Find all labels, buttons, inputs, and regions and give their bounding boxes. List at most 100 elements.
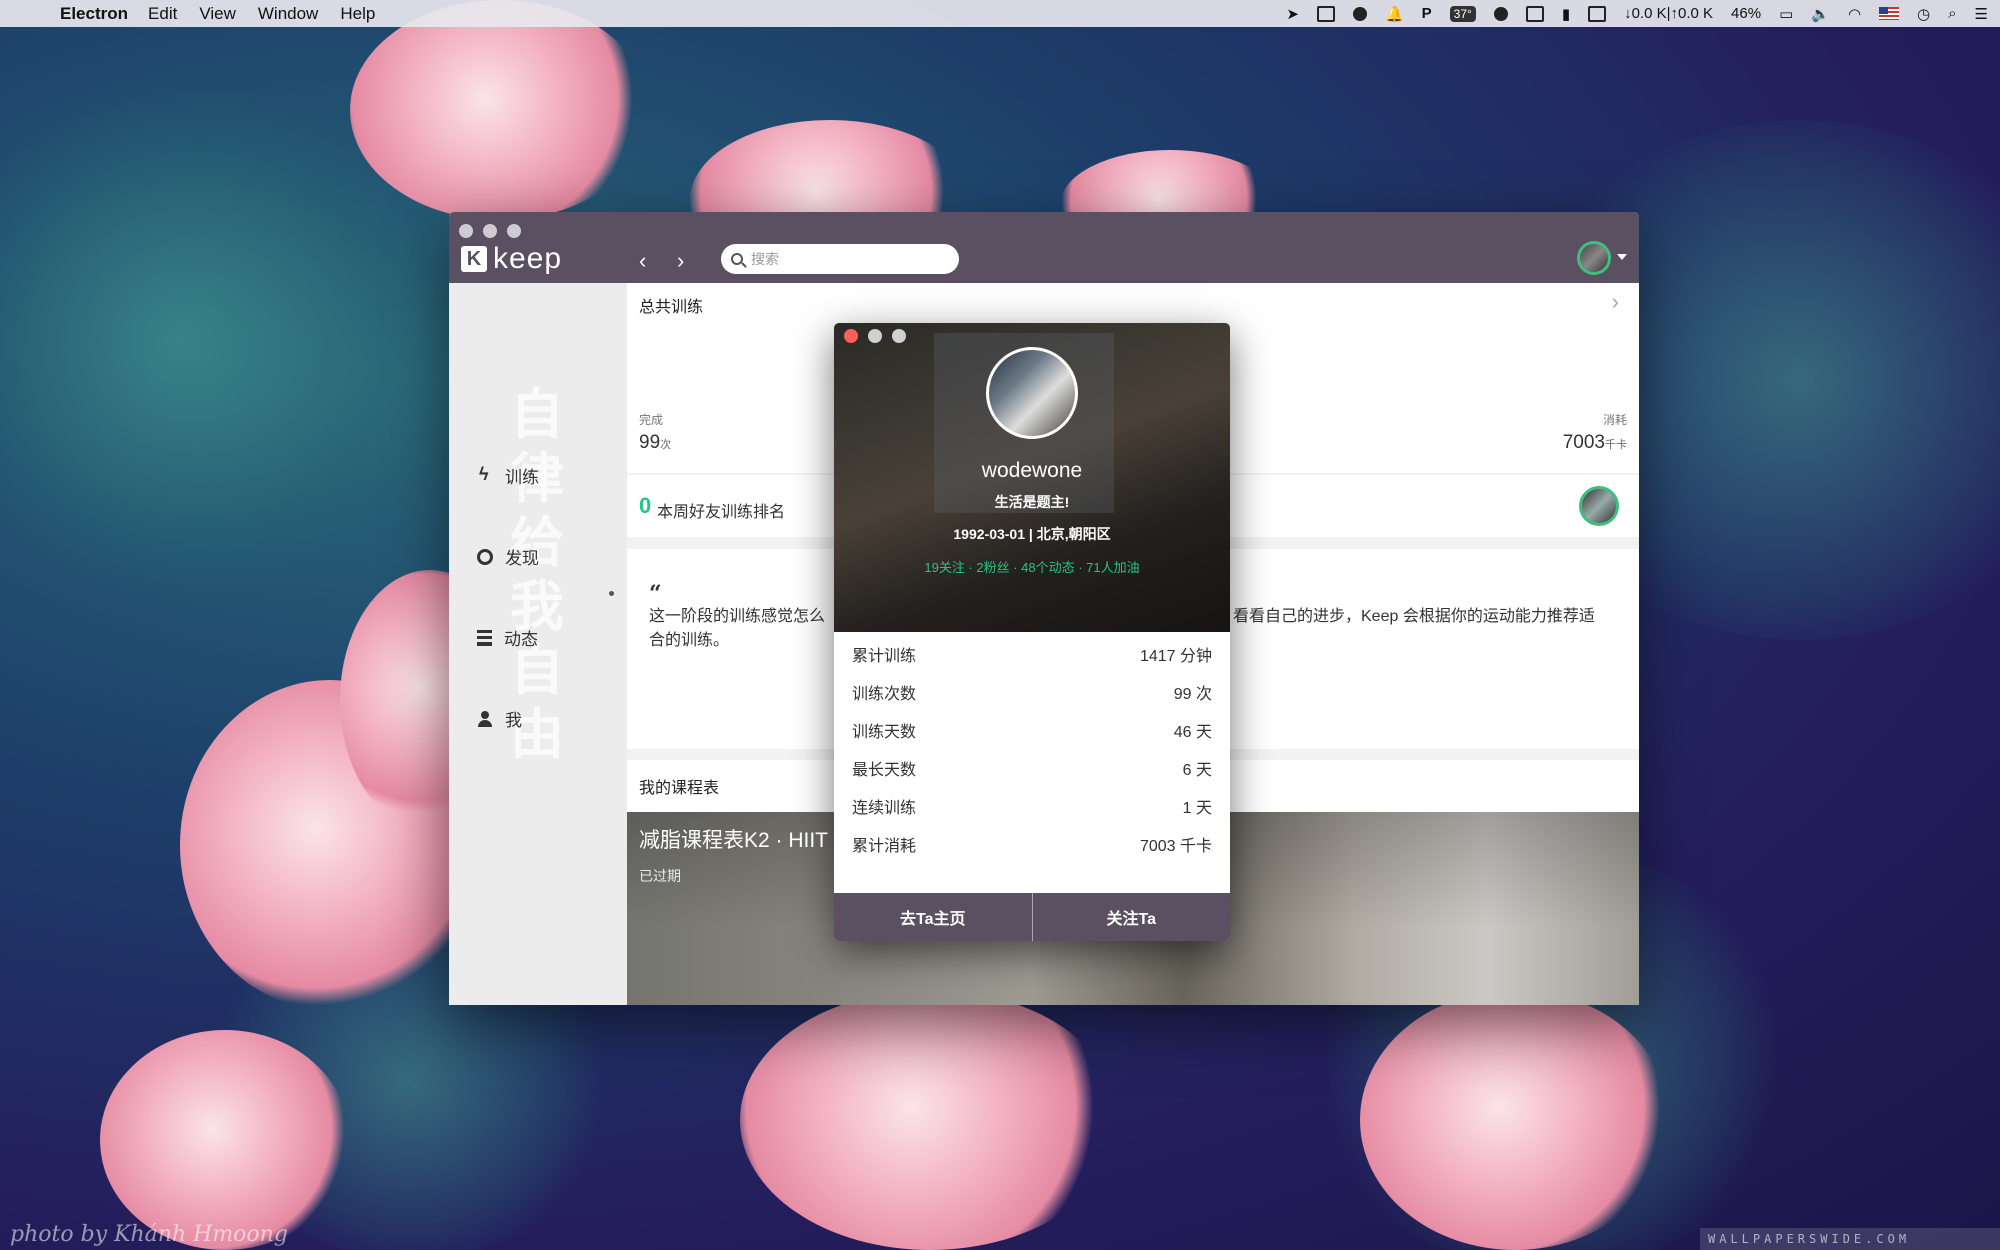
bookmark-icon[interactable]: ▮ — [1562, 5, 1570, 23]
cup-icon[interactable] — [1352, 6, 1367, 21]
notification-center-icon[interactable]: ☰ — [1975, 5, 1988, 23]
search-icon — [731, 253, 743, 265]
profile-motto: 生活是题主! — [994, 494, 1070, 510]
quote-text-right: 看看自己的进步，Keep 会根据你的运动能力推荐适 — [1233, 608, 1595, 625]
sidebar-item-label: 训练 — [505, 468, 539, 487]
chevron-right-icon[interactable]: › — [1612, 289, 1619, 315]
completed-stat: 完成 99次 — [639, 411, 671, 454]
card-title: 总共训练 — [639, 299, 704, 316]
sidebar-item-train[interactable]: 训练 — [477, 463, 539, 488]
list-icon — [477, 629, 492, 646]
stat-label: 训练次数 — [852, 686, 917, 703]
popup-window-controls — [844, 329, 906, 343]
profile-avatar — [986, 347, 1078, 439]
profile-username: wodewone — [981, 459, 1083, 482]
close-window-button[interactable] — [459, 224, 473, 238]
sidebar-item-label: 发现 — [505, 549, 539, 568]
title-bar: K keep ‹ › — [449, 212, 1639, 283]
volume-icon[interactable]: 🔈 — [1811, 5, 1830, 23]
menu-edit[interactable]: Edit — [148, 4, 177, 24]
wifi-icon[interactable]: ◠ — [1848, 5, 1861, 23]
battery-percent[interactable]: 46% — [1731, 5, 1761, 22]
popup-minimize-button[interactable] — [868, 329, 882, 343]
rank-label: 本周好友训练排名 — [657, 504, 786, 521]
popup-close-button[interactable] — [844, 329, 858, 343]
active-indicator-dot — [609, 591, 614, 596]
quote-mark-icon: “ — [649, 581, 662, 607]
rank-avatar[interactable] — [1579, 486, 1619, 526]
forward-arrow-icon[interactable]: › — [677, 248, 684, 274]
temperature-badge[interactable]: 37° — [1449, 5, 1476, 22]
location-arrow-icon[interactable]: ➤ — [1286, 5, 1299, 23]
quote-text-left: 这一阶段的训练感觉怎么合的训练。 — [649, 608, 826, 649]
visit-homepage-button[interactable]: 去Ta主页 — [834, 893, 1032, 941]
follow-button[interactable]: 关注Ta — [1031, 893, 1231, 941]
menu-window[interactable]: Window — [258, 4, 318, 24]
sidebar: 自律给我自由 训练 发现 动态 我 — [449, 283, 627, 1005]
stat-label: 累计训练 — [852, 648, 917, 665]
completed-label: 完成 — [639, 413, 664, 427]
sidebar-item-label: 我 — [505, 711, 522, 730]
stat-label: 连续训练 — [852, 800, 917, 817]
keep-logo[interactable]: K keep — [461, 242, 562, 276]
rank-number: 0 — [639, 493, 652, 518]
window-controls — [459, 224, 521, 238]
network-speed[interactable]: ↓0.0 K|↑0.0 K — [1624, 5, 1713, 22]
sidebar-item-me[interactable]: 我 — [477, 706, 522, 731]
us-flag-icon[interactable] — [1879, 7, 1900, 20]
search-input[interactable] — [751, 251, 941, 267]
plan-section-title: 我的课程表 — [639, 780, 720, 797]
menu-view[interactable]: View — [199, 4, 236, 24]
user-avatar[interactable] — [1577, 241, 1611, 275]
stat-row: 累计训练 1417 分钟 — [834, 635, 1230, 673]
sidebar-item-label: 动态 — [504, 630, 538, 649]
clock-icon[interactable]: ◷ — [1917, 5, 1930, 23]
stat-value: 46 天 — [1173, 724, 1212, 741]
plan-status: 已过期 — [639, 868, 681, 884]
profile-stats-list: 累计训练 1417 分钟 训练次数 99 次 训练天数 46 天 最长天数 6 … — [834, 632, 1230, 863]
ring-icon — [477, 548, 493, 565]
completed-value: 99次 — [639, 432, 672, 453]
stat-label: 训练天数 — [852, 724, 917, 741]
wechat-icon[interactable] — [1493, 6, 1508, 21]
stat-value: 99 次 — [1173, 686, 1212, 703]
menu-bar: Electron Edit View Window Help ➤ 🔔 P 37°… — [0, 0, 2000, 27]
stat-row: 连续训练 1 天 — [834, 787, 1230, 825]
stat-value: 1 天 — [1182, 800, 1212, 817]
wallpaper-site-credit: WALLPAPERSWIDE.COM — [1700, 1228, 2000, 1250]
consumed-label: 消耗 — [1602, 413, 1627, 427]
popup-maximize-button[interactable] — [892, 329, 906, 343]
stat-row: 训练天数 46 天 — [834, 711, 1230, 749]
stat-row: 最长天数 6 天 — [834, 749, 1230, 787]
chevron-down-icon[interactable] — [1617, 254, 1627, 260]
menu-app-name[interactable]: Electron — [60, 4, 128, 24]
sidebar-item-discover[interactable]: 发现 — [477, 544, 539, 569]
profile-popup: wodewone 生活是题主! 1992-03-01 | 北京,朝阳区 19关注… — [834, 323, 1230, 941]
search-box — [721, 244, 959, 274]
status-area: ➤ 🔔 P 37° ▮ ↓0.0 K|↑0.0 K 46% ▭ 🔈 ◠ ◷ ⌕ … — [1286, 0, 1988, 27]
spotlight-search-icon[interactable]: ⌕ — [1948, 5, 1956, 22]
display-icon[interactable] — [1588, 5, 1607, 22]
bolt-icon — [477, 464, 493, 485]
stat-value: 6 天 — [1182, 762, 1212, 779]
stat-value: 7003 千卡 — [1139, 838, 1212, 855]
stat-label: 最长天数 — [852, 762, 917, 779]
consumed-value: 7003千卡 — [1562, 432, 1627, 453]
minimize-window-button[interactable] — [483, 224, 497, 238]
sidebar-item-feed[interactable]: 动态 — [477, 625, 538, 650]
menu-help[interactable]: Help — [340, 4, 375, 24]
battery-icon[interactable]: ▭ — [1779, 5, 1793, 23]
screen-icon[interactable] — [1316, 5, 1335, 22]
keep-logo-icon: K — [461, 246, 487, 272]
profile-social-counts[interactable]: 19关注 · 2粉丝 · 48个动态 · 71人加油 — [834, 557, 1230, 576]
stat-value: 1417 分钟 — [1139, 648, 1212, 665]
plan-name: 减脂课程表K2 · HIIT — [639, 829, 829, 852]
back-arrow-icon[interactable]: ‹ — [639, 248, 646, 274]
stat-label: 累计消耗 — [852, 838, 917, 855]
p-icon[interactable]: P — [1422, 5, 1432, 22]
bell-icon[interactable]: 🔔 — [1385, 5, 1404, 23]
consumed-stat: 消耗 7003千卡 — [1563, 411, 1627, 454]
chat-icon[interactable] — [1525, 5, 1544, 22]
maximize-window-button[interactable] — [507, 224, 521, 238]
popup-action-bar: 去Ta主页 关注Ta — [834, 893, 1230, 941]
